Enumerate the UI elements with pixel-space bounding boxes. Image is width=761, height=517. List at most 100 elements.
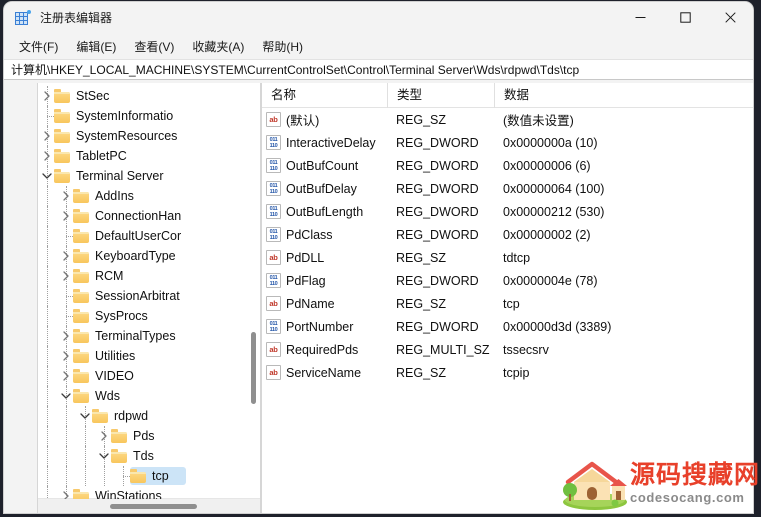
chevron-right-icon[interactable]	[59, 211, 73, 221]
value-row[interactable]: 011 110 OutBufLength REG_DWORD 0x00000212 (5…	[262, 200, 753, 223]
dword-value-icon: 011 110	[266, 135, 281, 150]
value-name: InteractiveDelay	[286, 135, 376, 150]
tree-item-keyboardtype[interactable]: KeyboardType	[38, 246, 260, 266]
tree-item-addins[interactable]: AddIns	[38, 186, 260, 206]
chevron-right-icon[interactable]	[59, 271, 73, 281]
menu-item-file[interactable]: 文件(F)	[10, 35, 67, 58]
value-row[interactable]: 011 110 PdClass REG_DWORD 0x00000002 (2)	[262, 223, 753, 246]
registry-editor-window: 注册表编辑器 文件(F) 编辑(E) 查看(V) 收藏夹(A) 帮助(H) 计算…	[4, 2, 753, 513]
chevron-down-icon[interactable]	[40, 172, 54, 180]
value-name: RequiredPds	[286, 342, 359, 357]
tree-vertical-scrollbar-thumb[interactable]	[251, 332, 256, 404]
tree-item-terminal-server[interactable]: Terminal Server	[38, 166, 260, 186]
chevron-right-icon[interactable]	[59, 191, 73, 201]
value-data: tcp	[503, 296, 520, 311]
value-name-cell: ab ServiceName	[262, 365, 387, 380]
chevron-right-icon[interactable]	[59, 351, 73, 361]
tree-item-tds[interactable]: Tds	[38, 446, 260, 466]
chevron-right-icon[interactable]	[97, 431, 111, 441]
value-row[interactable]: ab PdDLL REG_SZ tdtcp	[262, 246, 753, 269]
tree-item-label: Pds	[133, 429, 155, 443]
folder-icon	[73, 489, 90, 499]
chevron-down-icon[interactable]	[59, 392, 73, 400]
value-row[interactable]: 011 110 PdFlag REG_DWORD 0x0000004e (78)	[262, 269, 753, 292]
menu-item-help[interactable]: 帮助(H)	[253, 35, 312, 58]
value-row[interactable]: ab RequiredPds REG_MULTI_SZ tssecsrv	[262, 338, 753, 361]
tree-item-connectionhan[interactable]: ConnectionHan	[38, 206, 260, 226]
tree-item-label: SystemResources	[76, 129, 178, 143]
value-data: 0x00000006 (6)	[503, 158, 591, 173]
menu-item-view[interactable]: 查看(V)	[125, 35, 183, 58]
value-name-cell: ab (默认)	[262, 110, 387, 129]
folder-icon	[54, 169, 71, 183]
tree-item-label: TerminalTypes	[95, 329, 176, 343]
close-button[interactable]	[708, 2, 753, 33]
chevron-right-icon[interactable]	[59, 251, 73, 261]
tree-item-rcm[interactable]: RCM	[38, 266, 260, 286]
tree-item-defaultusercor[interactable]: DefaultUserCor	[38, 226, 260, 246]
value-name-cell: ab RequiredPds	[262, 342, 387, 357]
dword-value-icon: 011 110	[266, 319, 281, 334]
folder-icon	[54, 129, 71, 143]
tree-item-tabletpc[interactable]: TabletPC	[38, 146, 260, 166]
column-header-type[interactable]: 类型	[387, 83, 494, 108]
minimize-button[interactable]	[618, 2, 663, 33]
value-row[interactable]: ab (默认) REG_SZ (数值未设置)	[262, 108, 753, 131]
registry-values-pane: 名称 类型 数据 ab (默认) REG_SZ (数值未设置) 011 110 Intera…	[261, 83, 753, 513]
tree-item-sysprocs[interactable]: SysProcs	[38, 306, 260, 326]
column-header-data[interactable]: 数据	[494, 83, 753, 108]
value-name: PdFlag	[286, 273, 326, 288]
value-name: ServiceName	[286, 365, 362, 380]
tree-horizontal-scrollbar-thumb[interactable]	[110, 504, 197, 509]
tree-item-label: StSec	[76, 89, 110, 103]
value-row[interactable]: 011 110 OutBufCount REG_DWORD 0x00000006 (6)	[262, 154, 753, 177]
tree-item-wds[interactable]: Wds	[38, 386, 260, 406]
tree-item-stsec[interactable]: StSec	[38, 86, 260, 106]
folder-icon	[73, 369, 90, 383]
tree-item-label: tcp	[152, 469, 169, 483]
value-row[interactable]: 011 110 InteractiveDelay REG_DWORD 0x0000000…	[262, 131, 753, 154]
value-data: 0x00000064 (100)	[503, 181, 605, 196]
chevron-down-icon[interactable]	[78, 412, 92, 420]
folder-icon	[92, 409, 109, 423]
value-row[interactable]: 011 110 OutBufDelay REG_DWORD 0x00000064 (10…	[262, 177, 753, 200]
value-name-cell: ab PdDLL	[262, 250, 387, 265]
tree-horizontal-scrollbar[interactable]	[38, 498, 260, 513]
chevron-right-icon[interactable]	[40, 131, 54, 141]
chevron-right-icon[interactable]	[40, 151, 54, 161]
value-row[interactable]: 011 110 PortNumber REG_DWORD 0x00000d3d (338…	[262, 315, 753, 338]
folder-icon	[111, 449, 128, 463]
value-name: PdClass	[286, 227, 333, 242]
value-row[interactable]: ab ServiceName REG_SZ tcpip	[262, 361, 753, 384]
tree-item-systemresources[interactable]: SystemResources	[38, 126, 260, 146]
tree-item-label: TabletPC	[76, 149, 127, 163]
column-header-name[interactable]: 名称	[262, 83, 387, 108]
registry-tree: StSec SystemInformatio SystemResources Tabl…	[38, 83, 260, 499]
string-value-icon: ab	[266, 112, 281, 127]
value-data: 0x00000d3d (3389)	[503, 319, 612, 334]
tree-item-utilities[interactable]: Utilities	[38, 346, 260, 366]
menu-item-edit[interactable]: 编辑(E)	[67, 35, 125, 58]
maximize-button[interactable]	[663, 2, 708, 33]
tree-item-video[interactable]: VIDEO	[38, 366, 260, 386]
chevron-down-icon[interactable]	[97, 452, 111, 460]
tree-item-terminaltypes[interactable]: TerminalTypes	[38, 326, 260, 346]
chevron-right-icon[interactable]	[40, 91, 54, 101]
address-bar[interactable]: 计算机\HKEY_LOCAL_MACHINE\SYSTEM\CurrentCon…	[4, 59, 753, 80]
chevron-right-icon[interactable]	[59, 371, 73, 381]
tree-item-pds[interactable]: Pds	[38, 426, 260, 446]
chevron-right-icon[interactable]	[59, 331, 73, 341]
tree-vertical-scrollbar[interactable]	[248, 84, 259, 498]
value-type: REG_MULTI_SZ	[396, 342, 490, 357]
tree-item-tcp[interactable]: tcp	[38, 466, 260, 486]
tree-item-systeminformatio[interactable]: SystemInformatio	[38, 106, 260, 126]
tree-item-rdpwd[interactable]: rdpwd	[38, 406, 260, 426]
value-row[interactable]: ab PdName REG_SZ tcp	[262, 292, 753, 315]
desktop-background: 注册表编辑器 文件(F) 编辑(E) 查看(V) 收藏夹(A) 帮助(H) 计算…	[0, 0, 761, 517]
tree-item-sessionarbitrat[interactable]: SessionArbitrat	[38, 286, 260, 306]
chevron-right-icon[interactable]	[59, 491, 73, 499]
title-bar[interactable]: 注册表编辑器	[4, 2, 753, 33]
tree-item-label: Terminal Server	[76, 169, 164, 183]
string-value-icon: ab	[266, 365, 281, 380]
menu-item-favorites[interactable]: 收藏夹(A)	[183, 35, 253, 58]
